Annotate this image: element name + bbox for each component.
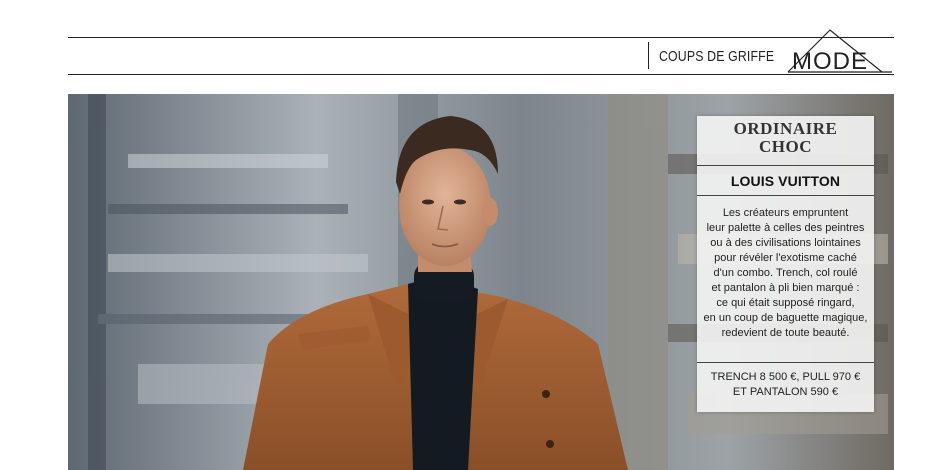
headline-line-2: CHOC [759,137,812,156]
article-headline: ORDINAIRE CHOC [697,120,874,156]
body-line: en un coup de baguette magique, [703,312,868,324]
body-line: et pantalon à pli bien marqué : [711,282,860,294]
brand-name: LOUIS VUITTON [730,173,841,189]
body-line: Les créateurs empruntent [722,207,849,219]
section-label: COUPS DE GRIFFE [659,48,775,65]
body-line: redevient de toute beauté. [721,327,850,339]
body-line: ce qui était supposé ringard, [716,297,855,309]
header-separator [648,42,649,69]
article-body: Les créateurs empruntent leur palette à … [697,206,874,341]
header-top-rule [68,37,894,38]
mode-logo: MODE [784,24,896,76]
price-line: TRENCH 8 500 €, PULL 970 € [710,371,861,383]
headline-line-1: ORDINAIRE [733,119,838,138]
body-line: ou à des civilisations lointaines [710,237,861,249]
price-list: TRENCH 8 500 €, PULL 970 € ET PANTALON 5… [697,370,874,400]
article-sidebar: ORDINAIRE CHOC LOUIS VUITTON Les créateu… [697,116,874,412]
logo-text: MODE [792,48,868,75]
sidebar-divider [697,165,874,166]
body-line: pour révéler l'exotisme caché [714,252,857,264]
sidebar-divider [697,362,874,363]
body-line: leur palette à celles des peintres [706,222,865,234]
header-bottom-rule [68,74,894,75]
body-line: d'un combo. Trench, col roulé [713,267,858,279]
price-line: ET PANTALON 590 € [732,386,839,398]
sidebar-divider [697,195,874,196]
